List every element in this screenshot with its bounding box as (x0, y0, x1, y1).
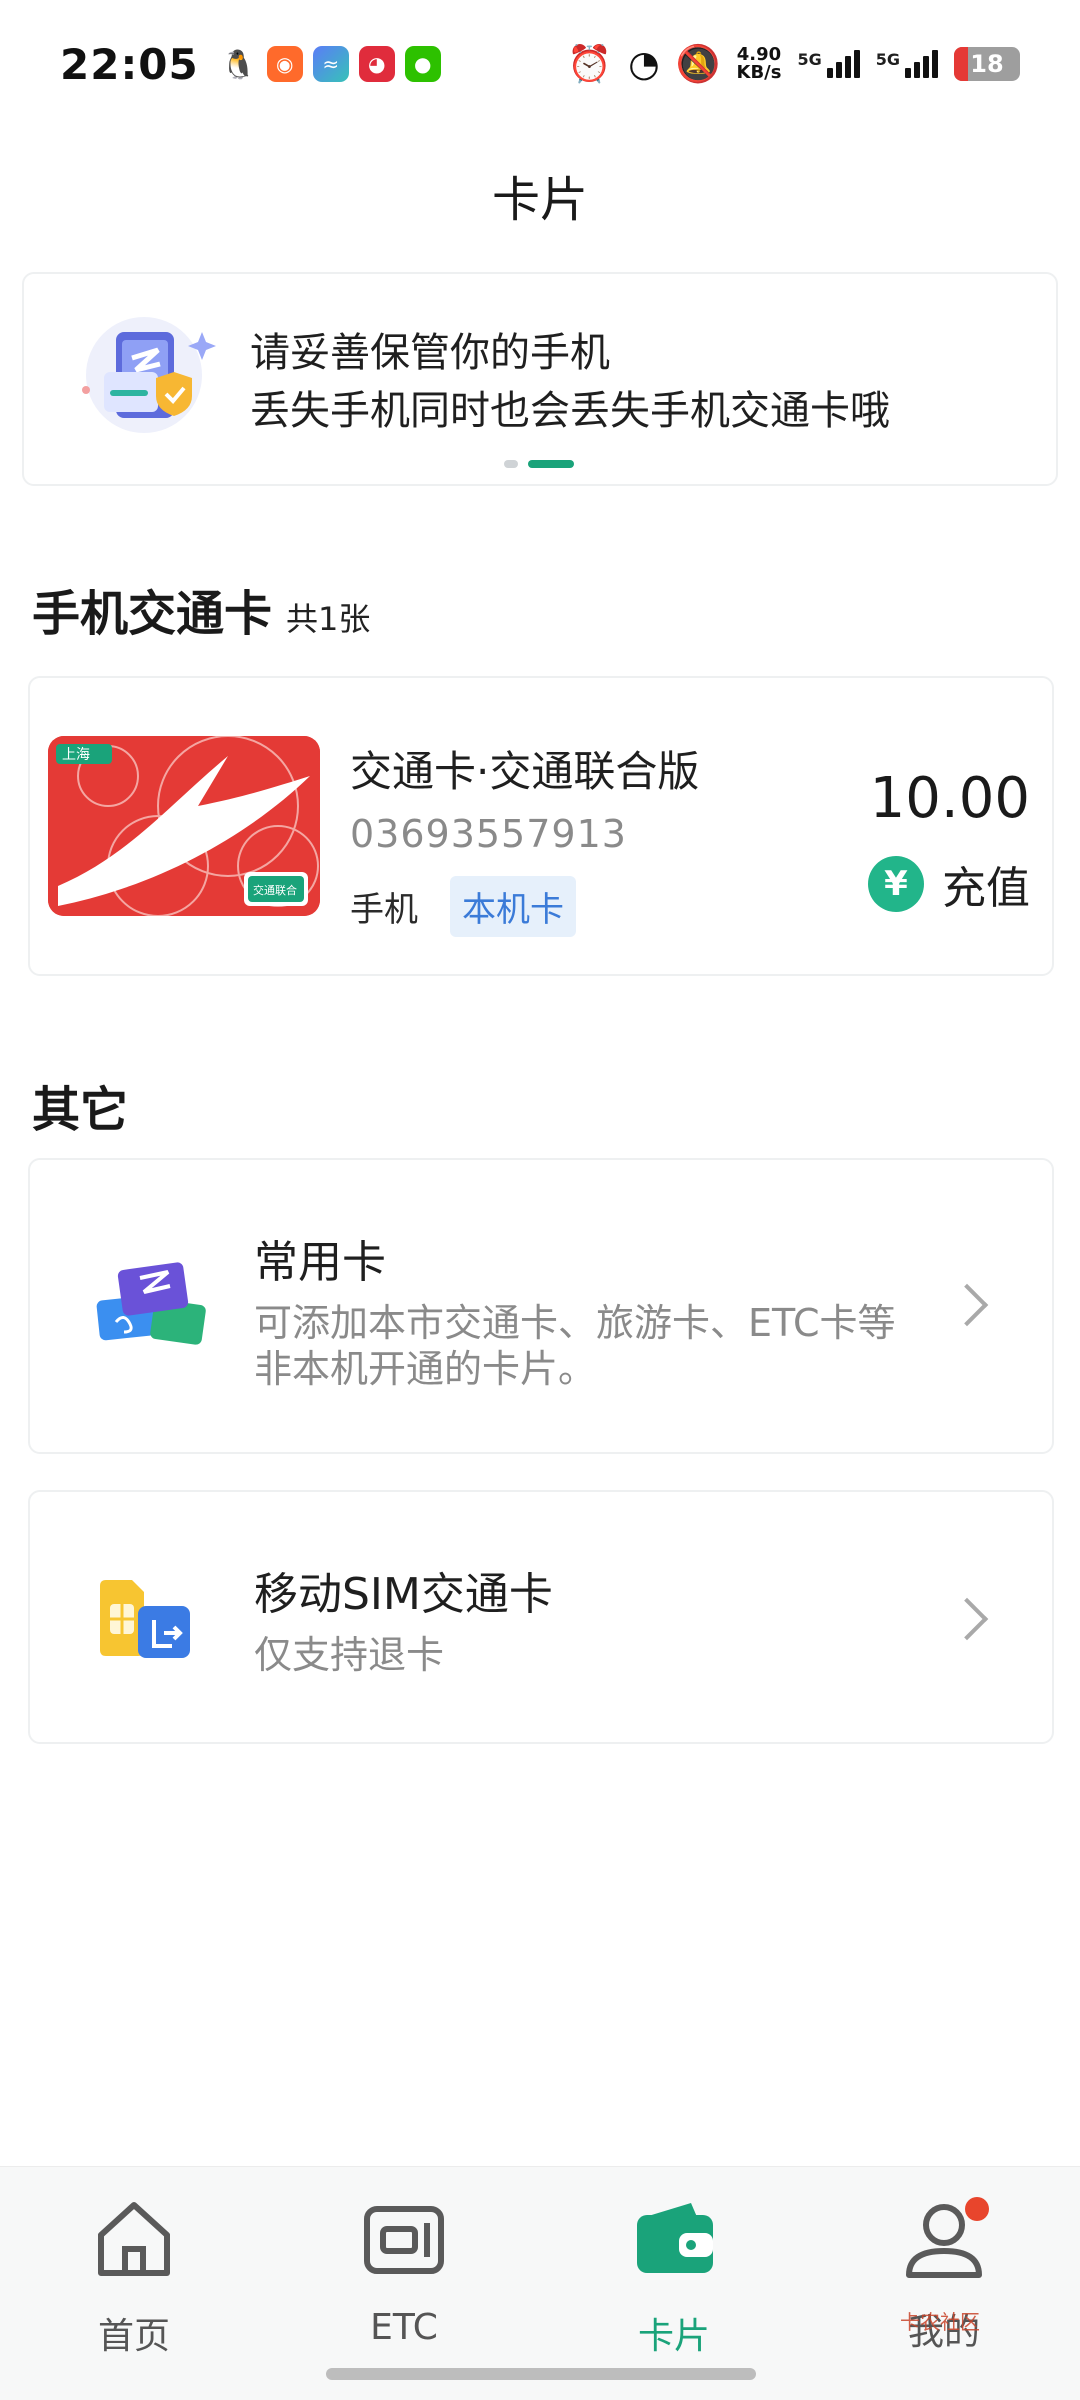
signal-2-icon: 5G (876, 50, 938, 78)
etc-icon (364, 2206, 444, 2274)
sim-card-title: 移动SIM交通卡 (254, 1569, 553, 1620)
transit-card-image: 上海 交通联合 (48, 736, 320, 916)
sim-card-desc: 仅支持退卡 (254, 1633, 445, 1677)
wechat-icon: ● (404, 46, 441, 82)
transit-card-count: 共1张 (286, 600, 371, 638)
yuan-icon: ¥ (868, 856, 924, 912)
nav-home[interactable]: 首页 (44, 2193, 224, 2363)
app2-icon: ◉ (266, 46, 303, 82)
card-balance: 10.00 (869, 766, 1030, 831)
common-cards-desc-line-2: 非本机开通的卡片。 (254, 1347, 597, 1391)
transit-section-label: 手机交通卡 (32, 586, 273, 642)
pagination-dot (504, 460, 518, 468)
banner-pagination (504, 460, 574, 468)
app3-icon: ≈ (312, 46, 349, 82)
banner-text: 请妥善保管你的手机 丢失手机同时也会丢失手机交通卡哦 (250, 324, 890, 440)
other-section-title: 其它 (32, 1082, 129, 1138)
card-number: 03693557913 (350, 812, 627, 856)
qq-icon: 🐧 (220, 46, 257, 82)
pagination-dot-active (528, 460, 574, 468)
common-cards-title: 常用卡 (254, 1237, 386, 1288)
net-speed-unit: KB/s (736, 62, 782, 83)
page-title: 卡片 (491, 172, 588, 228)
mute-icon: 🔕 (675, 44, 721, 85)
speed-icon: ◔ (628, 43, 660, 85)
tmall-icon: ◕ (358, 46, 395, 82)
status-time: 22:05 (60, 39, 199, 89)
network-type-1: 5G (797, 50, 822, 69)
battery-level: 18 (970, 50, 1004, 78)
profile-icon-wrap (899, 2193, 989, 2283)
alarm-icon: ⏰ (567, 44, 613, 85)
status-right: ⏰ ◔ 🔕 4.90 KB/s 5G 5G 18 (567, 43, 1020, 85)
common-cards-desc: 可添加本市交通卡、旅游卡、ETC卡等 非本机开通的卡片。 (254, 1300, 954, 1392)
cards-stack-icon (96, 1262, 206, 1345)
nav-etc-label: ETC (370, 2307, 438, 2348)
tip-banner[interactable]: 请妥善保管你的手机 丢失手机同时也会丢失手机交通卡哦 (22, 272, 1058, 486)
card-badge-text: 交通联合 (253, 883, 297, 897)
transit-card-row[interactable]: 上海 交通联合 交通卡·交通联合版 03693557913 手机 本机卡 10.… (28, 676, 1054, 976)
transit-section-title: 手机交通卡 共1张 (32, 574, 370, 644)
recharge-label: 充值 (942, 863, 1030, 914)
sim-card-icon (100, 1580, 190, 1658)
banner-line-1: 请妥善保管你的手机 (250, 330, 610, 376)
bottom-navigation: 首页 ETC 卡片 我的 (0, 2166, 1080, 2400)
nav-etc[interactable]: ETC (314, 2193, 494, 2363)
network-type-2: 5G (875, 50, 900, 69)
nav-cards-label: 卡片 (637, 2316, 710, 2357)
wallet-icon (637, 2203, 713, 2273)
recharge-button[interactable]: ¥ 充值 (868, 852, 1030, 916)
card-device: 手机 (350, 890, 418, 930)
local-card-tag: 本机卡 (450, 876, 576, 937)
net-speed: 4.90 KB/s (737, 46, 782, 82)
card-brand-text: 上海 (62, 747, 90, 763)
notification-app-icons: 🐧 ◉ ≈ ◕ ● (220, 46, 441, 82)
watermark-text: 卡农社区 (900, 2310, 980, 2334)
home-icon (98, 2202, 170, 2276)
card-name: 交通卡·交通联合版 (350, 747, 700, 796)
nav-cards[interactable]: 卡片 (584, 2193, 764, 2363)
notification-badge-dot (965, 2197, 989, 2221)
nav-home-label: 首页 (97, 2316, 170, 2357)
signal-1-icon: 5G (797, 50, 860, 78)
banner-line-2: 丢失手机同时也会丢失手机交通卡哦 (250, 388, 890, 434)
common-cards-item[interactable]: 常用卡 可添加本市交通卡、旅游卡、ETC卡等 非本机开通的卡片。 (28, 1158, 1054, 1454)
home-indicator[interactable] (326, 2368, 756, 2380)
nav-profile[interactable]: 我的 (854, 2193, 1034, 2363)
sim-transit-card-item[interactable]: 移动SIM交通卡 仅支持退卡 (28, 1490, 1054, 1744)
phone-shield-icon (82, 317, 216, 433)
common-cards-desc-line-1: 可添加本市交通卡、旅游卡、ETC卡等 (254, 1301, 896, 1345)
status-bar: 22:05 🐧 ◉ ≈ ◕ ● ⏰ ◔ 🔕 4.90 KB/s 5G 5G 18 (0, 0, 1080, 128)
battery-icon: 18 (954, 47, 1020, 81)
